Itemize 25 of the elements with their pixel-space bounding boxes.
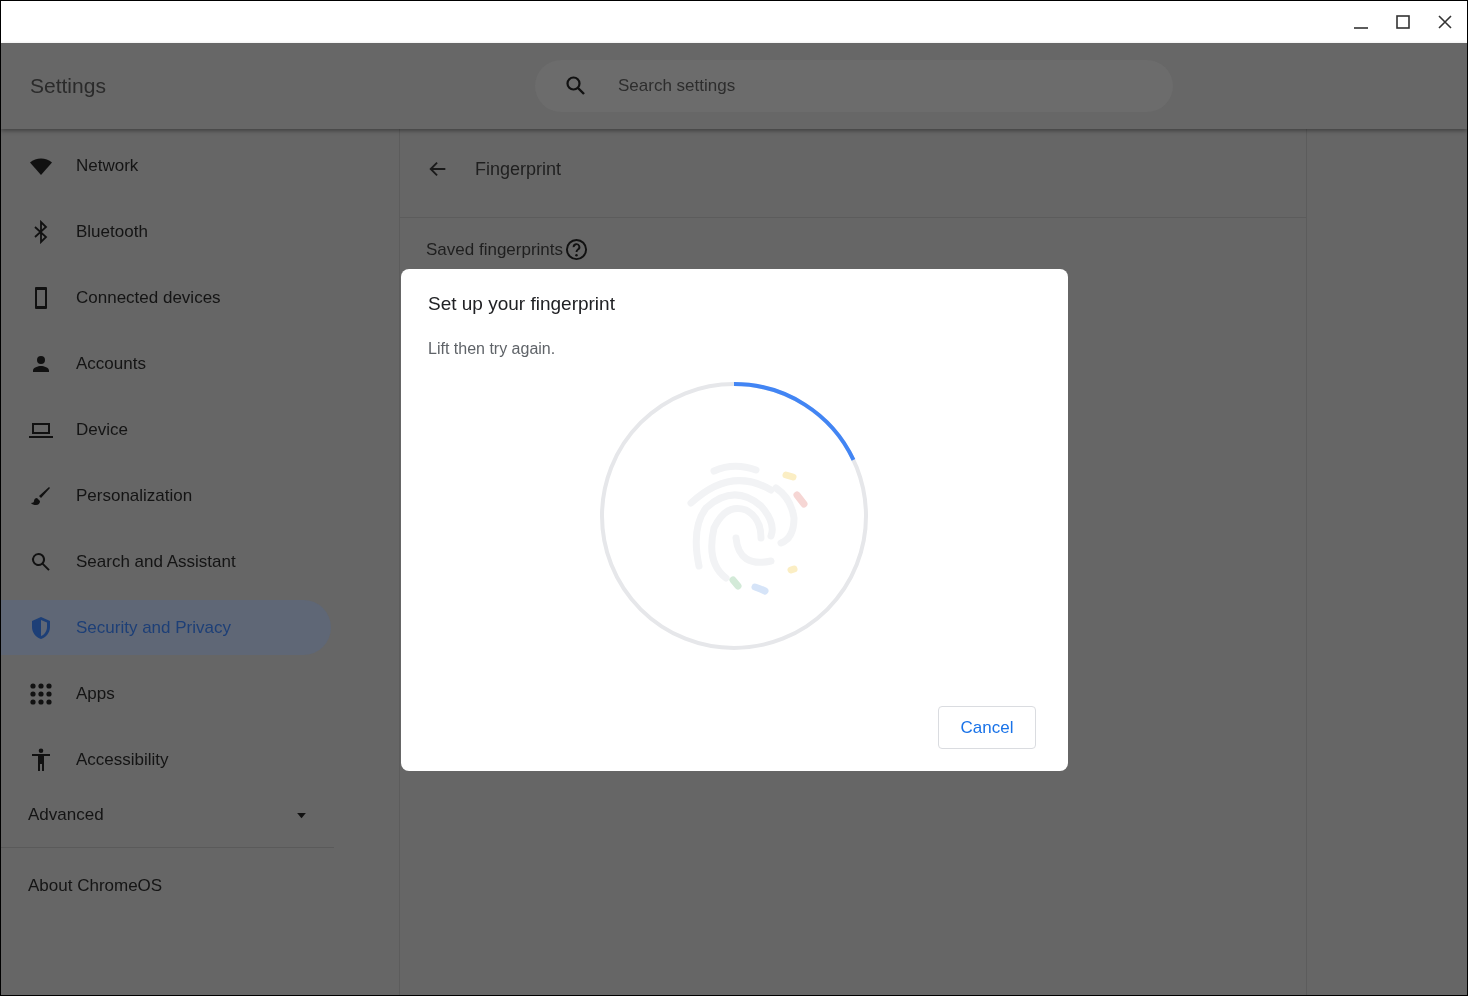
search-icon [29, 550, 53, 574]
dialog-title: Set up your fingerprint [428, 293, 616, 315]
sidebar-item[interactable]: Network [1, 133, 331, 199]
shield-icon [29, 615, 53, 640]
help-icon[interactable] [565, 238, 589, 261]
sidebar-item[interactable]: Apps [1, 661, 331, 727]
sidebar-item[interactable]: Personalization [1, 463, 331, 529]
sidebar-item[interactable]: Connected devices [1, 265, 331, 331]
brush-icon [29, 484, 53, 508]
grid-icon [29, 682, 53, 706]
accessibility-icon [29, 748, 53, 772]
sidebar-item[interactable]: Security and Privacy [1, 600, 331, 655]
sidebar-item[interactable]: Device [1, 397, 331, 463]
page-title: Fingerprint [475, 158, 562, 180]
sidebar-item[interactable]: Bluetooth [1, 199, 331, 265]
maximize-icon[interactable] [1395, 14, 1411, 30]
app-title: Settings [30, 74, 107, 98]
about-link[interactable]: About ChromeOS [28, 876, 163, 896]
cancel-button[interactable]: Cancel [938, 706, 1036, 749]
search-field[interactable]: Search settings [535, 60, 1173, 112]
dialog-message: Lift then try again. [428, 340, 557, 358]
close-icon[interactable] [1437, 14, 1453, 30]
sidebar-item[interactable]: Accounts [1, 331, 331, 397]
section-label: Saved fingerprints [426, 239, 564, 260]
sidebar-item[interactable]: Search and Assistant [1, 529, 331, 595]
